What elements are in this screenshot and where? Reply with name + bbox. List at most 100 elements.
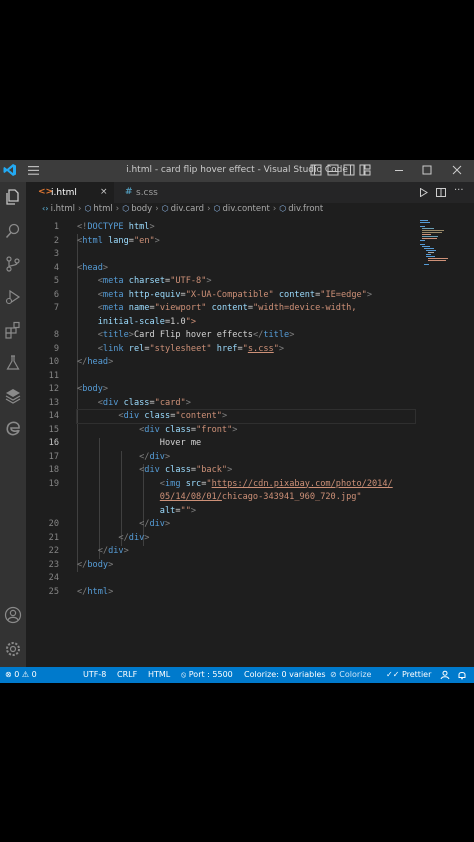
code-line[interactable]: 05/14/08/01/chicago-343941_960_720.jpg": [26, 491, 416, 504]
colorize-variables[interactable]: Colorize: 0 variables: [244, 670, 326, 679]
remote-explorer-icon[interactable]: [4, 387, 22, 405]
line-text: </html>: [77, 586, 114, 597]
minimap[interactable]: [420, 218, 448, 268]
line-text: 05/14/08/01/chicago-343941_960_720.jpg": [159, 492, 362, 502]
code-line[interactable]: 7 <meta name="viewport" content="width=d…: [26, 302, 416, 315]
code-line[interactable]: 12 <body>: [26, 383, 416, 396]
breadcrumb-item[interactable]: html: [93, 204, 112, 214]
line-text: </div>: [139, 451, 171, 462]
eol-indicator[interactable]: CRLF: [117, 670, 137, 679]
line-text: <title>Card Flip hover effects</title>: [97, 330, 295, 340]
line-number: 6: [53, 289, 59, 300]
line-text: </div>: [118, 532, 150, 543]
line-number: 22: [48, 546, 59, 556]
account-icon[interactable]: [4, 606, 22, 624]
run-file-icon[interactable]: [419, 188, 428, 197]
line-text: <!DOCTYPE html>: [77, 222, 155, 232]
notifications-bell-icon[interactable]: [457, 670, 467, 680]
code-line[interactable]: 14 <div class="content">: [26, 410, 416, 423]
line-text: alt="">: [159, 505, 197, 516]
code-line[interactable]: 21 </div>: [26, 532, 416, 545]
customize-layout-icon[interactable]: [359, 164, 371, 176]
line-number: 19: [48, 478, 59, 489]
code-line[interactable]: 15 <div class="front">: [26, 424, 416, 437]
prettier-status[interactable]: ✓✓ Prettier: [386, 670, 431, 679]
code-line[interactable]: 1 <!DOCTYPE html>: [26, 221, 416, 234]
element-icon: ⬡: [84, 204, 92, 213]
element-icon: ⬡: [122, 204, 130, 213]
code-line[interactable]: 11: [26, 370, 416, 383]
code-line[interactable]: 2 <html lang="en">: [26, 235, 416, 248]
tab-label: i.html: [51, 188, 77, 198]
code-line[interactable]: 9 <link rel="stylesheet" href="s.css">: [26, 343, 416, 356]
encoding-indicator[interactable]: UTF-8: [83, 670, 106, 679]
split-editor-icon[interactable]: [436, 188, 446, 197]
line-text: <html lang="en">: [77, 235, 160, 246]
accounts-feedback-icon[interactable]: [440, 670, 450, 680]
line-number: 17: [48, 451, 59, 462]
tab-i-html[interactable]: <> i.html ×: [26, 182, 114, 203]
code-line[interactable]: 20 </div>: [26, 518, 416, 531]
code-line[interactable]: 16 Hover me: [26, 437, 416, 450]
testing-flask-icon[interactable]: [4, 354, 22, 372]
code-line[interactable]: 6 <meta http-equiv="X-UA-Compatible" con…: [26, 289, 416, 302]
code-line[interactable]: 4 <head>: [26, 262, 416, 275]
run-debug-icon[interactable]: [4, 288, 22, 306]
line-number: 8: [53, 330, 59, 340]
problems-indicator[interactable]: ⊗ 0 ⚠ 0: [5, 670, 37, 679]
line-number: 9: [53, 343, 59, 354]
line-number: 2: [53, 235, 59, 246]
element-icon: ⬡: [279, 204, 287, 213]
code-line[interactable]: 23 </body>: [26, 559, 416, 572]
code-line[interactable]: 25 </html>: [26, 586, 416, 599]
live-server-port[interactable]: ⦸ Port : 5500: [181, 670, 233, 680]
minimize-icon[interactable]: [393, 164, 405, 176]
line-number: 16: [48, 438, 59, 448]
line-text: <div class="card">: [97, 397, 191, 408]
extensions-icon[interactable]: [4, 321, 22, 339]
colorize-toggle[interactable]: ⊘ Colorize: [330, 670, 371, 679]
breadcrumb-item[interactable]: div.content: [222, 204, 269, 214]
close-window-icon[interactable]: [451, 164, 463, 176]
line-number: 11: [48, 370, 59, 381]
code-line[interactable]: 10 </head>: [26, 356, 416, 369]
breadcrumb-item[interactable]: body: [131, 204, 152, 214]
css-file-icon: #: [125, 187, 133, 197]
code-editor[interactable]: 1 <!DOCTYPE html> 2 <html lang="en"> 3 4 <head…: [26, 221, 474, 661]
breadcrumb-file[interactable]: i.html: [51, 204, 75, 214]
code-line[interactable]: alt="">: [26, 505, 416, 518]
editor-tabs: <> i.html × # s.css ···: [26, 182, 474, 203]
code-line[interactable]: 13 <div class="card">: [26, 397, 416, 410]
close-tab-icon[interactable]: ×: [100, 187, 108, 197]
code-line[interactable]: 19 <img src="https://cdn.pixabay.com/pho…: [26, 478, 416, 491]
code-line[interactable]: 17 </div>: [26, 451, 416, 464]
breadcrumb-item[interactable]: div.front: [288, 204, 323, 214]
edge-devtools-icon[interactable]: [4, 419, 22, 437]
tab-s-css[interactable]: # s.css: [114, 182, 184, 203]
language-mode[interactable]: HTML: [148, 670, 170, 679]
layout-panel-icon[interactable]: [327, 164, 339, 176]
line-number: 5: [53, 276, 59, 286]
breadcrumb-item[interactable]: div.card: [171, 204, 204, 214]
code-line[interactable]: 24: [26, 572, 416, 585]
line-number: 24: [48, 573, 59, 583]
code-line[interactable]: 5 <meta charset="UTF-8">: [26, 275, 416, 288]
settings-gear-icon[interactable]: [4, 640, 22, 658]
layout-secondary-icon[interactable]: [343, 164, 355, 176]
search-icon[interactable]: [4, 222, 22, 240]
explorer-icon[interactable]: [4, 188, 22, 206]
chevron-right-icon: ›: [155, 204, 159, 214]
line-text: <meta charset="UTF-8">: [97, 276, 212, 286]
layout-sidebar-icon[interactable]: [310, 164, 322, 176]
code-line[interactable]: 8 <title>Card Flip hover effects</title>: [26, 329, 416, 342]
line-text: initial-scale=1.0">: [97, 316, 197, 327]
code-line[interactable]: 18 <div class="back">: [26, 464, 416, 477]
line-text: <body>: [77, 384, 109, 394]
code-line[interactable]: initial-scale=1.0">: [26, 316, 416, 329]
code-line[interactable]: 3: [26, 248, 416, 261]
code-line[interactable]: 22 </div>: [26, 545, 416, 558]
source-control-icon[interactable]: [4, 255, 22, 273]
more-actions-icon[interactable]: ···: [454, 185, 464, 196]
line-number: 18: [48, 465, 59, 475]
maximize-icon[interactable]: [421, 164, 433, 176]
